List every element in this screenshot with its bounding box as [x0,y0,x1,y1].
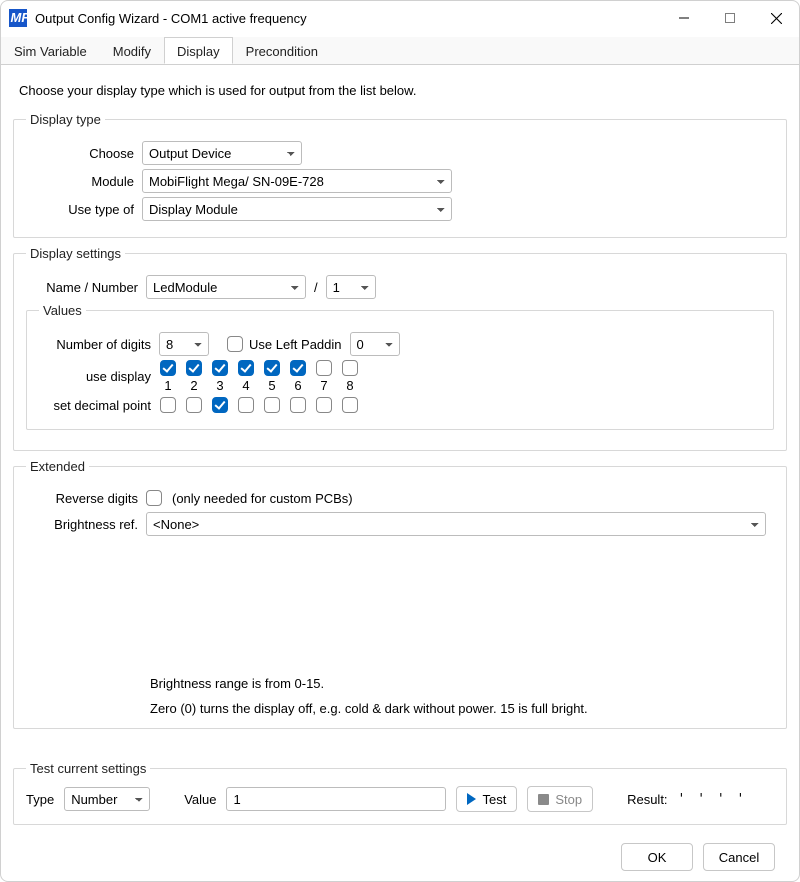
use-type-label: Use type of [26,202,142,217]
display-type-group: Display type Choose Output Device Module… [13,112,787,238]
number-select[interactable]: 1 [326,275,376,299]
decimal-cb-2[interactable] [186,397,202,413]
dialog-buttons: OK Cancel [13,833,787,871]
window: MF Output Config Wizard - COM1 active fr… [0,0,800,882]
intro-text: Choose your display type which is used f… [19,83,781,98]
extended-legend: Extended [26,459,89,474]
reverse-label: Reverse digits [26,491,146,506]
use-display-cb-7[interactable] [316,360,332,376]
slash: / [306,280,326,295]
use-display-cb-5[interactable] [264,360,280,376]
use-display-label: use display [39,369,159,384]
choose-label: Choose [26,146,142,161]
use-display-cb-8[interactable] [342,360,358,376]
close-button[interactable] [753,2,799,34]
decimal-cb-7[interactable] [316,397,332,413]
name-number-label: Name / Number [26,280,146,295]
tab-display[interactable]: Display [164,37,233,64]
name-select[interactable]: LedModule [146,275,306,299]
reverse-checkbox[interactable] [146,490,162,506]
brightness-label: Brightness ref. [26,517,146,532]
stop-button[interactable]: Stop [527,786,593,812]
tab-modify[interactable]: Modify [100,37,164,64]
app-icon: MF [9,9,27,27]
decimal-cb-4[interactable] [238,397,254,413]
titlebar: MF Output Config Wizard - COM1 active fr… [1,1,799,35]
decimal-row [159,397,359,413]
window-controls [661,2,799,34]
minimize-button[interactable] [661,2,707,34]
brightness-note-2: Zero (0) turns the display off, e.g. col… [150,701,774,716]
value-label: Value [184,792,216,807]
tab-sim-variable[interactable]: Sim Variable [1,37,100,64]
use-type-select[interactable]: Display Module [142,197,452,221]
values-legend: Values [39,303,86,318]
decimal-cb-3[interactable] [212,397,228,413]
choose-select[interactable]: Output Device [142,141,302,165]
stop-icon [538,794,549,805]
set-decimal-label: set decimal point [39,398,159,413]
extended-group: Extended Reverse digits (only needed for… [13,459,787,729]
values-group: Values Number of digits 8 Use Left Paddi… [26,303,774,430]
num-digits-select[interactable]: 8 [159,332,209,356]
use-display-cb-3[interactable] [212,360,228,376]
left-padding-checkbox[interactable]: Use Left Paddin [227,336,342,352]
padding-char-select[interactable]: 0 [350,332,400,356]
maximize-button[interactable] [707,2,753,34]
decimal-cb-1[interactable] [160,397,176,413]
display-type-legend: Display type [26,112,105,127]
left-padding-label: Use Left Paddin [249,337,342,352]
type-label: Type [26,792,54,807]
brightness-select[interactable]: <None> [146,512,766,536]
test-group: Test current settings Type Number Value … [13,761,787,825]
tab-precondition[interactable]: Precondition [233,37,331,64]
content: Choose your display type which is used f… [1,65,799,881]
use-display-row: 1 2 3 4 5 6 7 8 [159,360,359,393]
ok-button[interactable]: OK [621,843,693,871]
result-value: ' ' ' ' [678,792,747,807]
play-icon [467,793,476,805]
use-display-cb-6[interactable] [290,360,306,376]
window-title: Output Config Wizard - COM1 active frequ… [35,11,661,26]
decimal-cb-5[interactable] [264,397,280,413]
brightness-note-1: Brightness range is from 0-15. [150,676,774,691]
use-display-cb-2[interactable] [186,360,202,376]
svg-text:MF: MF [11,10,28,25]
result-label: Result: [627,792,667,807]
display-settings-group: Display settings Name / Number LedModule… [13,246,787,451]
module-label: Module [26,174,142,189]
left-padding-box[interactable] [227,336,243,352]
num-digits-label: Number of digits [39,337,159,352]
use-display-cb-1[interactable] [160,360,176,376]
decimal-cb-8[interactable] [342,397,358,413]
reverse-hint: (only needed for custom PCBs) [172,491,353,506]
decimal-cb-6[interactable] [290,397,306,413]
type-select[interactable]: Number [64,787,150,811]
tab-strip: Sim Variable Modify Display Precondition [1,37,799,65]
value-input[interactable] [226,787,446,811]
use-display-cb-4[interactable] [238,360,254,376]
module-select[interactable]: MobiFlight Mega/ SN-09E-728 [142,169,452,193]
display-settings-legend: Display settings [26,246,125,261]
test-legend: Test current settings [26,761,150,776]
cancel-button[interactable]: Cancel [703,843,775,871]
test-button[interactable]: Test [456,786,517,812]
